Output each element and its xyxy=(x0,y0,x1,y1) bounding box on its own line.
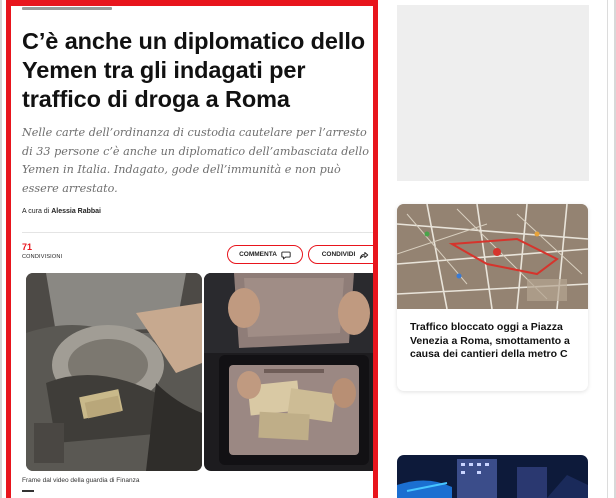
advertisement-placeholder xyxy=(397,5,589,181)
share-count-label: CONDIVISIONI xyxy=(22,254,63,260)
caption-underline xyxy=(22,490,34,492)
share-arrow-icon xyxy=(360,251,369,259)
related-news-title[interactable]: Traffico bloccato oggi a Piazza Venezia … xyxy=(410,321,580,362)
byline-prefix: A cura di xyxy=(22,208,50,215)
related-news-card[interactable]: Traffico bloccato oggi a Piazza Venezia … xyxy=(397,204,588,391)
share-button[interactable]: CONDIVIDI xyxy=(308,245,373,264)
article-summary: Nelle carte dell’ordinanza di custodia c… xyxy=(22,126,369,195)
comment-button[interactable]: COMMENTA xyxy=(227,245,303,264)
car-cash-photo xyxy=(26,273,202,471)
speech-bubble-icon xyxy=(281,251,291,260)
article-headline: C’è anche un diplomatico dello Yemen tra… xyxy=(22,28,366,112)
share-count-number: 71 xyxy=(22,242,33,252)
comment-button-label: COMMENTA xyxy=(239,251,277,258)
suitcase-cash-photo xyxy=(204,273,373,471)
share-button-label: CONDIVIDI xyxy=(321,251,356,258)
map-thumbnail xyxy=(397,204,588,309)
right-border xyxy=(607,0,608,498)
article-column: C’è anche un diplomatico dello Yemen tra… xyxy=(6,0,378,498)
share-count: 71 CONDIVISIONI xyxy=(22,242,63,261)
night-city-image xyxy=(397,455,588,498)
photo-caption: Frame dal video della guardia di Finanza xyxy=(22,477,140,484)
cropped-top-text xyxy=(22,2,142,10)
byline: A cura di Alessia Rabbai xyxy=(22,208,101,215)
author-link[interactable]: Alessia Rabbai xyxy=(51,208,101,215)
divider xyxy=(22,232,373,233)
